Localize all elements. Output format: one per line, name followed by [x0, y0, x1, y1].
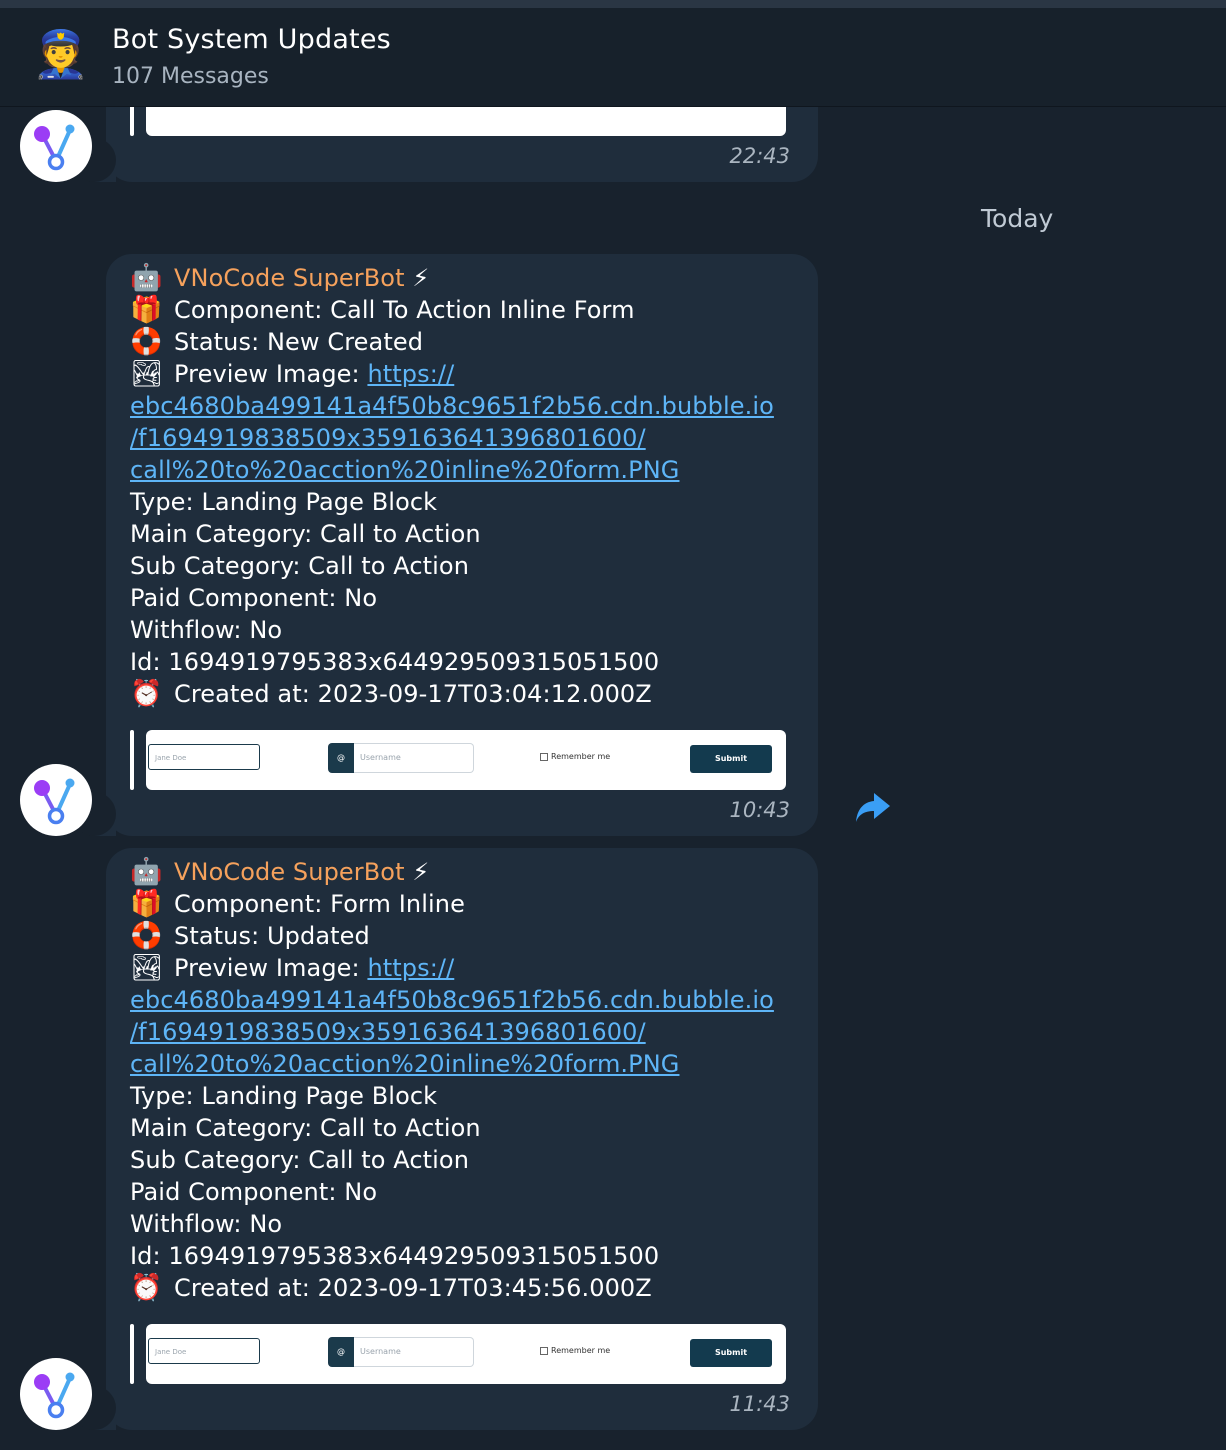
component-line: Component: Form Inline	[174, 890, 465, 918]
main-category-line: Main Category: Call to Action	[130, 1114, 481, 1142]
message-time: 10:43	[729, 798, 790, 822]
preview-at-symbol: @	[328, 1337, 354, 1367]
component-line: Component: Call To Action Inline Form	[174, 296, 635, 324]
id-line: Id: 1694919795383x644929509315051500	[130, 1242, 660, 1270]
remember-label: Remember me	[551, 1346, 611, 1355]
preview-username-field: Username	[354, 1337, 474, 1367]
fork-logo-icon	[34, 124, 75, 171]
gift-icon: 🎁	[130, 889, 163, 919]
preview-link[interactable]: ebc4680ba499141a4f50b8c9651f2b56.cdn.bub…	[130, 986, 774, 1014]
status-line: Status: Updated	[174, 922, 370, 950]
checkbox-icon	[540, 1346, 548, 1355]
date-separator: Today	[981, 204, 1054, 233]
bot-avatar[interactable]	[20, 110, 92, 182]
message-count: 107 Messages	[112, 64, 269, 89]
preview-label: Preview Image:	[174, 360, 368, 388]
created-line: Created at: 2023-09-17T03:04:12.000Z	[174, 680, 652, 708]
withflow-line: Withflow: No	[130, 616, 283, 644]
preview-card[interactable]: Jane Doe @ Username Remember me Submit	[146, 730, 786, 790]
type-line: Type: Landing Page Block	[130, 488, 438, 516]
link-preview[interactable]: Jane Doe @ Username Remember me Submit	[130, 1324, 786, 1384]
alarm-clock-icon: ⏰	[130, 1273, 163, 1303]
fork-logo-icon	[34, 1372, 75, 1419]
preview-card[interactable]: Jane Doe @ Username Remember me Submit	[146, 1324, 786, 1384]
message-time: 22:43	[729, 144, 790, 168]
fork-logo-icon	[34, 778, 75, 825]
preview-link[interactable]: /f1694919838509x359163641396801600/	[130, 424, 646, 452]
police-officer-icon: 👮	[32, 27, 90, 81]
bot-name: VNoCode SuperBot	[174, 264, 405, 292]
window-top-strip	[0, 0, 1226, 8]
preview-submit: Submit	[690, 745, 772, 773]
bot-avatar[interactable]	[20, 1358, 92, 1430]
picture-icon: 🏞	[130, 359, 164, 389]
preview-submit: Submit	[690, 1339, 772, 1367]
type-line: Type: Landing Page Block	[130, 1082, 438, 1110]
lifebuoy-icon: 🛟	[130, 921, 163, 951]
forward-arrow-icon[interactable]	[854, 790, 892, 824]
alarm-clock-icon: ⏰	[130, 679, 163, 709]
paid-line: Paid Component: No	[130, 1178, 378, 1206]
message-bubble: 🤖 VNoCode SuperBot ⚡ 🎁 Component: Form Inl…	[106, 848, 818, 1430]
message-time: 11:43	[729, 1392, 790, 1416]
robot-icon: 🤖	[130, 857, 163, 887]
bubble-tail	[72, 792, 116, 836]
preview-link[interactable]: https://	[367, 954, 454, 982]
preview-link[interactable]: call%20to%20acction%20inline%20form.PNG	[130, 1050, 679, 1078]
message-bubble: 🤖 VNoCode SuperBot ⚡ 🎁 Component: Call To …	[106, 254, 818, 836]
preview-label: Preview Image:	[174, 954, 368, 982]
preview-bar	[130, 730, 134, 790]
preview-name-field: Jane Doe	[148, 744, 260, 770]
paid-line: Paid Component: No	[130, 584, 378, 612]
sub-category-line: Sub Category: Call to Action	[130, 1146, 470, 1174]
preview-bar	[130, 1324, 134, 1384]
remember-label: Remember me	[551, 752, 611, 761]
preview-link[interactable]: /f1694919838509x359163641396801600/	[130, 1018, 646, 1046]
id-line: Id: 1694919795383x644929509315051500	[130, 648, 660, 676]
status-line: Status: New Created	[174, 328, 424, 356]
lifebuoy-icon: 🛟	[130, 327, 163, 357]
robot-icon: 🤖	[130, 263, 163, 293]
chat-header[interactable]: 👮 Bot System Updates 107 Messages	[0, 8, 1226, 107]
link-preview[interactable]: Jane Doe @ Username Remember me Submit	[130, 730, 786, 790]
preview-link[interactable]: ebc4680ba499141a4f50b8c9651f2b56.cdn.bub…	[130, 392, 774, 420]
checkbox-icon	[540, 752, 548, 761]
bot-name: VNoCode SuperBot	[174, 858, 405, 886]
preview-username-field: Username	[354, 743, 474, 773]
preview-name-field: Jane Doe	[148, 1338, 260, 1364]
lightning-icon: ⚡	[412, 264, 430, 292]
message-text: 🤖 VNoCode SuperBot ⚡ 🎁 Component: Call To …	[130, 262, 794, 710]
bubble-tail	[72, 1386, 116, 1430]
preview-remember: Remember me	[540, 1346, 610, 1355]
picture-icon: 🏞	[130, 953, 164, 983]
bot-avatar[interactable]	[20, 764, 92, 836]
sub-category-line: Sub Category: Call to Action	[130, 552, 470, 580]
gift-icon: 🎁	[130, 295, 163, 325]
bubble-tail	[72, 138, 116, 182]
preview-link[interactable]: call%20to%20acction%20inline%20form.PNG	[130, 456, 679, 484]
main-category-line: Main Category: Call to Action	[130, 520, 481, 548]
created-line: Created at: 2023-09-17T03:45:56.000Z	[174, 1274, 652, 1302]
chat-title: Bot System Updates	[112, 24, 391, 55]
lightning-icon: ⚡	[412, 858, 430, 886]
preview-remember: Remember me	[540, 752, 610, 761]
withflow-line: Withflow: No	[130, 1210, 283, 1238]
message-text: 🤖 VNoCode SuperBot ⚡ 🎁 Component: Form Inl…	[130, 856, 794, 1304]
preview-at-symbol: @	[328, 743, 354, 773]
preview-link[interactable]: https://	[367, 360, 454, 388]
